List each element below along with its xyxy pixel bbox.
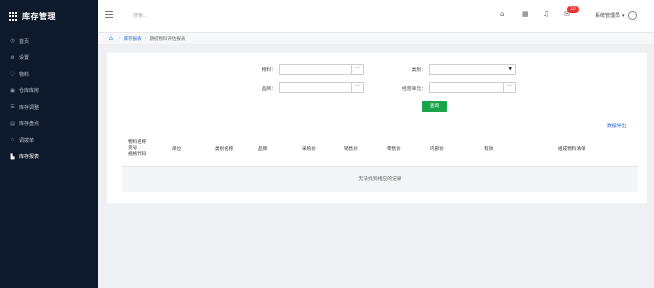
- business-unit-picker-button[interactable]: ···: [503, 83, 515, 92]
- user-menu[interactable]: 系统管理员 ▾: [595, 11, 637, 20]
- apps-grid-icon: [9, 12, 18, 21]
- breadcrumb-separator: ›: [144, 36, 147, 41]
- column-header-line: 零售价: [387, 147, 401, 152]
- sidebar-item[interactable]: ◷ 首页: [0, 33, 98, 50]
- sidebar-item-label: 库存调整: [19, 104, 40, 111]
- box-icon: ◌: [10, 71, 15, 78]
- query-button[interactable]: 查询: [422, 101, 447, 112]
- bell-icon[interactable]: ♫: [543, 10, 549, 18]
- sidebar-item[interactable]: ▙ 库存报表: [0, 149, 98, 166]
- clipboard-icon: ▤: [10, 120, 15, 127]
- sidebar-item-label: 仓库库房: [19, 88, 40, 95]
- column-header-line: 有效: [484, 147, 494, 152]
- sidebar-item-label: 库存盘点: [19, 121, 40, 128]
- column-header-line: 类别名称: [215, 147, 234, 152]
- table-empty-message: 无法找到相应的记录: [122, 167, 638, 192]
- warehouse-icon: ▣: [10, 87, 15, 94]
- sidebar-item[interactable]: ☰ 库存调整: [0, 99, 98, 116]
- app-title: 库存管理: [22, 12, 56, 21]
- chart-icon: ▙: [10, 153, 15, 160]
- notification-badge: 10: [567, 6, 579, 13]
- breadcrumb-link[interactable]: 库存报表: [124, 36, 142, 42]
- column-header-line: 品牌: [258, 147, 268, 152]
- column-header[interactable]: 零售价: [387, 147, 401, 153]
- top-bar: 搜索... ⌂ ▦ ♫ ✉ 10 系统管理员 ▾: [98, 0, 654, 33]
- home-icon: ◷: [10, 38, 15, 45]
- sidebar-item-label: 首页: [19, 38, 30, 45]
- column-header[interactable]: 有效: [484, 147, 493, 153]
- sidebar-item-label: 库存报表: [19, 154, 40, 161]
- column-header[interactable]: 采购价: [302, 147, 316, 153]
- sidebar-item[interactable]: ⚙ 设置: [0, 50, 98, 67]
- sidebar-item[interactable]: ▤ 库存盘点: [0, 116, 98, 133]
- material-field[interactable]: ···: [279, 64, 364, 75]
- search-input[interactable]: 搜索...: [133, 12, 148, 19]
- column-header-line: 内部价: [430, 147, 444, 152]
- user-name: 系统管理员: [595, 13, 621, 19]
- sidebar-item-label: 物料: [19, 71, 30, 78]
- chevron-down-icon: ▾: [622, 12, 625, 19]
- adjust-icon: ☰: [10, 104, 15, 111]
- menu-toggle-icon[interactable]: [105, 11, 113, 19]
- home-icon[interactable]: ⌂: [500, 10, 504, 18]
- brand[interactable]: 库存管理: [0, 0, 98, 33]
- table-header: 物料名称 货号 规格代码 单位 类别名称 品牌 采购价 销售价 零售价 内部价 有效 组成物料清单: [122, 135, 638, 167]
- column-header[interactable]: 单位: [172, 147, 181, 153]
- export-data-link[interactable]: 数据导出: [607, 122, 626, 129]
- sidebar-item-label: 调拨单: [19, 137, 35, 144]
- business-unit-field[interactable]: ···: [429, 82, 516, 93]
- sidebar-item[interactable]: ▣ 仓库库房: [0, 83, 98, 100]
- business-unit-label: 经营单元：: [402, 87, 426, 92]
- breadcrumb: ⌂ › 库存报表 › 期初物料评估报表: [98, 33, 654, 45]
- category-label: 类别：: [411, 68, 426, 73]
- column-header[interactable]: 内部价: [430, 147, 444, 153]
- column-header-line: 规格代码: [128, 152, 147, 157]
- sidebar-item[interactable]: ☆ 调拨单: [0, 132, 98, 149]
- chevron-down-icon: ▼: [508, 67, 512, 72]
- gear-icon: ⚙: [10, 54, 15, 61]
- column-header[interactable]: 物料名称 货号 规格代码: [128, 140, 146, 158]
- sidebar-nav: ◷ 首页 ⚙ 设置 ◌ 物料 ▣ 仓库库房 ☰ 库存调整 ▤ 库存盘点 ☆ 调拨单 ▙ 库存报表: [0, 33, 98, 165]
- brand-label: 品牌：: [261, 87, 276, 92]
- brand-field[interactable]: ···: [279, 82, 364, 93]
- column-header[interactable]: 品牌: [258, 147, 267, 153]
- material-label: 物料：: [261, 68, 276, 73]
- transfer-icon: ☆: [10, 137, 15, 144]
- column-header[interactable]: 销售价: [344, 147, 358, 153]
- sidebar-item-label: 设置: [19, 55, 30, 62]
- sidebar: 库存管理 ◷ 首页 ⚙ 设置 ◌ 物料 ▣ 仓库库房 ☰ 库存调整 ▤ 库存盘点 ☆ 调拨单 ▙ 库存报表: [0, 0, 98, 288]
- avatar: [627, 11, 637, 20]
- category-select[interactable]: ▼: [429, 64, 516, 75]
- breadcrumb-separator: ›: [118, 36, 121, 41]
- breadcrumb-current: 期初物料评估报表: [149, 36, 186, 42]
- column-header-line: 销售价: [344, 147, 358, 152]
- column-header-line: 采购价: [302, 147, 316, 152]
- material-picker-button[interactable]: ···: [351, 65, 363, 74]
- column-header[interactable]: 组成物料清单: [558, 147, 586, 153]
- column-header-line: 单位: [172, 147, 182, 152]
- column-header[interactable]: 类别名称: [215, 147, 233, 153]
- grid-icon[interactable]: ▦: [522, 10, 529, 18]
- column-header-line: 组成物料清单: [558, 147, 586, 152]
- brand-picker-button[interactable]: ···: [351, 83, 363, 92]
- sidebar-item[interactable]: ◌ 物料: [0, 66, 98, 83]
- home-icon[interactable]: ⌂: [109, 35, 113, 42]
